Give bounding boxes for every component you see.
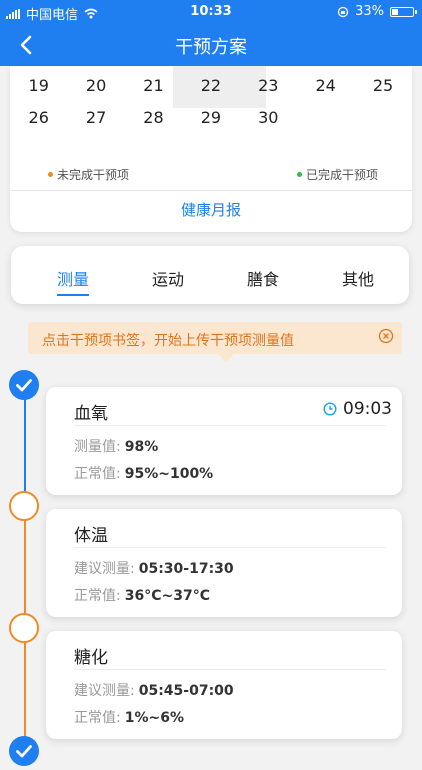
row-value: 1%~6% — [124, 710, 184, 726]
check-icon — [16, 379, 32, 392]
item-name: 血氧 — [74, 404, 108, 424]
monthly-report-link[interactable]: 健康月报 — [10, 199, 412, 220]
calendar-day[interactable]: 29 — [182, 108, 239, 127]
calendar-day[interactable]: 30 — [240, 108, 297, 127]
row-value: 36°C~37°C — [124, 588, 210, 604]
page-title: 干预方案 — [175, 37, 247, 58]
calendar-day[interactable]: 22 — [182, 76, 239, 95]
row-value: 05:30-17:30 — [138, 561, 234, 577]
tab-exercise[interactable]: 运动 — [152, 266, 184, 290]
category-tabs: 测量 运动 膳食 其他 — [11, 246, 409, 304]
tab-diet[interactable]: 膳食 — [247, 266, 279, 290]
divider — [10, 190, 412, 191]
timeline-node-pending — [9, 613, 39, 643]
item-row: 正常值: 36°C~37°C — [74, 585, 210, 605]
orientation-lock-icon — [337, 6, 349, 17]
timeline-node-done — [9, 736, 39, 766]
intervention-item-card[interactable]: 体温 建议测量: 05:30-17:30 正常值: 36°C~37°C — [46, 509, 402, 617]
item-row: 建议测量: 05:45-07:00 — [74, 680, 234, 700]
completion-time-value: 09:03 — [343, 399, 392, 419]
check-icon — [16, 745, 32, 758]
item-row: 正常值: 1%~6% — [74, 707, 184, 727]
timeline-line — [24, 385, 26, 750]
item-row: 测量值: 98% — [74, 436, 158, 456]
divider — [74, 425, 386, 426]
item-row: 正常值: 95%~100% — [74, 463, 213, 483]
calendar-day[interactable]: 26 — [10, 108, 67, 127]
row-label: 建议测量: — [74, 561, 135, 577]
close-icon[interactable] — [378, 328, 394, 344]
battery-icon — [390, 6, 417, 17]
item-row: 建议测量: 05:30-17:30 — [74, 558, 234, 578]
row-value: 98% — [124, 439, 159, 455]
row-label: 正常值: — [74, 588, 121, 604]
tip-text: 点击干预项书签，开始上传干预项测量值 — [42, 333, 294, 349]
calendar-week-row: 26 27 28 29 30 — [10, 108, 412, 127]
calendar-day[interactable]: 28 — [125, 108, 182, 127]
row-value: 95%~100% — [124, 466, 214, 482]
calendar-day[interactable]: 23 — [240, 76, 297, 95]
calendar-day[interactable]: 27 — [67, 108, 124, 127]
battery-percent: 33% — [355, 4, 384, 19]
clock-icon — [323, 402, 337, 416]
legend-incomplete-label: 未完成干预项 — [57, 168, 130, 182]
tab-measure[interactable]: 测量 — [57, 266, 90, 296]
calendar-day[interactable]: 20 — [67, 76, 124, 95]
incomplete-dot-icon — [48, 172, 53, 177]
divider — [74, 669, 386, 670]
tip-banner: 点击干预项书签，开始上传干预项测量值 — [28, 322, 402, 362]
row-label: 建议测量: — [74, 683, 135, 699]
intervention-item-card[interactable]: 糖化 建议测量: 05:45-07:00 正常值: 1%~6% — [46, 631, 402, 739]
calendar-day[interactable]: 21 — [125, 76, 182, 95]
legend-complete-label: 已完成干预项 — [305, 168, 378, 182]
calendar-week-row: 19 20 21 22 23 24 25 — [10, 76, 412, 95]
calendar-card: 19 20 21 22 23 24 25 26 27 28 29 30 未完成干… — [10, 66, 412, 232]
calendar-day[interactable]: 19 — [10, 76, 67, 95]
intervention-item-card[interactable]: 血氧 09:03 测量值: 98% 正常值: 95%~100% — [46, 387, 402, 495]
legend-complete: 已完成干预项 — [296, 166, 378, 183]
row-label: 正常值: — [74, 710, 121, 726]
item-name: 体温 — [74, 526, 108, 546]
completion-time: 09:03 — [323, 399, 392, 419]
row-label: 正常值: — [74, 466, 121, 482]
row-value: 05:45-07:00 — [138, 683, 234, 699]
complete-dot-icon — [296, 172, 302, 177]
row-label: 测量值: — [74, 439, 121, 455]
divider — [74, 547, 386, 548]
timeline-node-done — [9, 370, 39, 400]
timeline-node-pending — [9, 491, 39, 521]
calendar-day[interactable]: 25 — [354, 76, 411, 95]
nav-bar: 干预方案 — [0, 24, 422, 66]
item-name: 糖化 — [74, 648, 108, 668]
status-bar: 中国电信 10:33 33% — [0, 0, 422, 24]
tab-other[interactable]: 其他 — [342, 266, 374, 290]
legend-incomplete: 未完成干预项 — [48, 166, 129, 183]
calendar-day[interactable]: 24 — [297, 76, 354, 95]
